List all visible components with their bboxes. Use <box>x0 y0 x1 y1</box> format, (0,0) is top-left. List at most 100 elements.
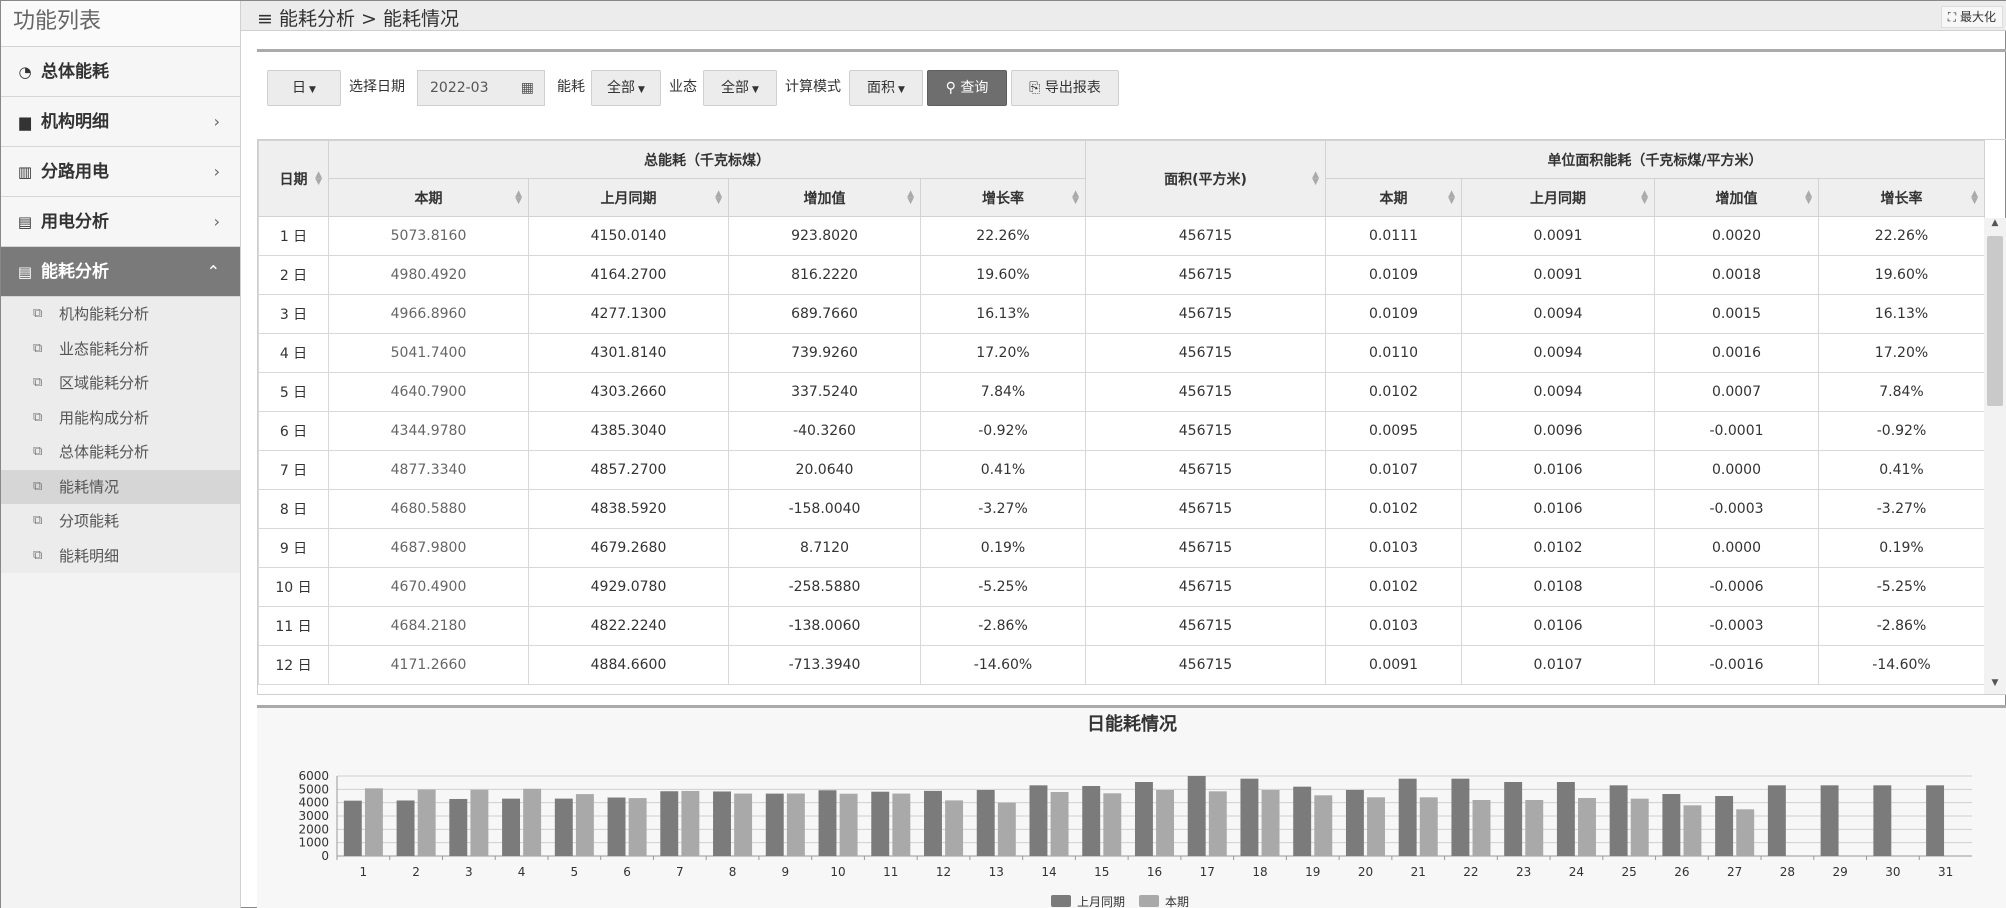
energy-table-container: 日期 ▲ ▼ 总能耗（千克标煤） 面积(平方米) ▲ ▼ 单位面积能耗（千克标煤/平… <box>257 139 2006 695</box>
table-cell: 456715 <box>1085 606 1326 646</box>
submenu-item-8[interactable]: ⧉ 能耗明细 <box>1 538 240 573</box>
table-cell: 4 日 <box>258 333 329 373</box>
table-cell: 12 日 <box>258 645 329 685</box>
x-tick-label: 3 <box>465 865 473 879</box>
submenu-item-label: 用能构成分析 <box>59 408 150 427</box>
sidebar-item-4[interactable]: ▤ 用电分析 › <box>1 197 240 247</box>
header-unit-energy: 单位面积能耗（千克标煤/平方米） <box>1325 140 1985 179</box>
table-cell: 4822.2240 <box>528 606 729 646</box>
table-row: 6 日 4344.9780 4385.3040 -40.3260 -0.92% 45671… <box>258 411 1985 451</box>
table-cell: 4980.4920 <box>328 255 529 295</box>
submenu-item-1[interactable]: ⧉ 机构能耗分析 <box>1 297 240 332</box>
submenu-item-2[interactable]: ⧉ 业态能耗分析 <box>1 331 240 366</box>
period-dropdown[interactable]: 日 ▼ <box>267 70 341 106</box>
header-unit-increase[interactable]: 增加值 ▲ ▼ <box>1654 178 1819 217</box>
scroll-down-icon[interactable]: ▼ <box>1984 678 2006 694</box>
sidebar-item-5[interactable]: ▤ 能耗分析 ⌃ <box>1 247 240 297</box>
x-tick-label: 24 <box>1569 865 1584 879</box>
sort-icon: ▲ ▼ <box>515 188 522 206</box>
date-input[interactable]: 2022-03 ▦ <box>417 70 545 106</box>
header-increase[interactable]: 增加值 ▲ ▼ <box>728 178 921 217</box>
scroll-up-icon[interactable]: ▲ <box>1984 218 2006 234</box>
copy-icon: ⧉ <box>33 547 43 563</box>
x-tick-label: 17 <box>1200 865 1215 879</box>
submenu-item-4[interactable]: ⧉ 用能构成分析 <box>1 400 240 435</box>
bar-last-month <box>1715 796 1734 856</box>
scrollbar-thumb[interactable] <box>1987 236 2003 406</box>
table-cell: 456715 <box>1085 645 1326 685</box>
table-row: 2 日 4980.4920 4164.2700 816.2220 19.60% 45671… <box>258 255 1985 295</box>
bar-current <box>1419 797 1438 856</box>
submenu-item-label: 能耗情况 <box>59 477 120 496</box>
sidebar-item-2[interactable]: ▆ 机构明细 › <box>1 97 240 147</box>
export-report-button[interactable]: ⎘ 导出报表 <box>1011 70 1119 106</box>
caret-down-icon: ▼ <box>309 85 316 95</box>
y-tick-label: 1000 <box>298 836 329 850</box>
table-cell: 0.19% <box>1818 528 1985 568</box>
header-last-month[interactable]: 上月同期 ▲ ▼ <box>528 178 729 217</box>
table-cell: 4277.1300 <box>528 294 729 334</box>
business-label: 业态 <box>669 79 697 95</box>
bar-last-month <box>924 790 942 856</box>
table-cell: -0.0003 <box>1654 606 1819 646</box>
bar-current <box>997 802 1016 856</box>
header-unit-energy-label: 单位面积能耗（千克标煤/平方米） <box>1547 152 1763 169</box>
header-date[interactable]: 日期 ▲ ▼ <box>258 140 329 217</box>
bar-current <box>1472 800 1491 856</box>
energy-dropdown[interactable]: 全部 ▼ <box>591 70 661 106</box>
bar-current <box>417 789 436 856</box>
table-cell: 0.0091 <box>1461 216 1655 256</box>
table-cell: 0.41% <box>920 450 1086 490</box>
sidebar-item-3[interactable]: ▥ 分路用电 › <box>1 147 240 197</box>
x-tick-label: 22 <box>1463 865 1478 879</box>
bar-last-month <box>449 798 468 856</box>
bar-last-month <box>1293 786 1312 856</box>
mode-dropdown[interactable]: 面积 ▼ <box>849 70 923 106</box>
submenu-item-3[interactable]: ⧉ 区域能耗分析 <box>1 366 240 401</box>
x-tick-label: 11 <box>883 865 898 879</box>
bar-last-month <box>1609 785 1628 856</box>
header-current[interactable]: 本期 ▲ ▼ <box>328 178 529 217</box>
header-unit-last-month[interactable]: 上月同期 ▲ ▼ <box>1461 178 1655 217</box>
bar-current <box>1314 795 1333 856</box>
x-tick-label: 9 <box>781 865 789 879</box>
breadcrumb: ≡ 能耗分析 > 能耗情况 <box>257 8 459 30</box>
x-tick-label: 8 <box>729 865 737 879</box>
submenu-item-7[interactable]: ⧉ 分项能耗 <box>1 504 240 539</box>
table-cell: 4344.9780 <box>328 411 529 451</box>
table-cell: 0.0094 <box>1461 294 1655 334</box>
submenu-item-5[interactable]: ⧉ 总体能耗分析 <box>1 435 240 470</box>
table-scrollbar[interactable]: ▲ ▼ <box>1984 218 2006 694</box>
bar-last-month <box>1240 778 1259 856</box>
header-area[interactable]: 面积(平方米) ▲ ▼ <box>1085 140 1326 217</box>
table-cell: 3 日 <box>258 294 329 334</box>
bar-current <box>1208 791 1227 856</box>
sort-icon: ▲ ▼ <box>1805 188 1812 206</box>
table-cell: 7.84% <box>1818 372 1985 412</box>
maximize-button[interactable]: ⛶ 最大化 <box>1940 6 2003 28</box>
header-growth[interactable]: 增长率 ▲ ▼ <box>920 178 1086 217</box>
header-unit-growth[interactable]: 增长率 ▲ ▼ <box>1818 178 1985 217</box>
sidebar-item-1[interactable]: ◔ 总体能耗 <box>1 47 240 97</box>
bar-current <box>1156 790 1175 856</box>
header-area-label: 面积(平方米) <box>1164 171 1247 188</box>
bar-current <box>1736 809 1755 856</box>
copy-icon: ⧉ <box>33 340 43 356</box>
bar-last-month <box>871 791 890 856</box>
business-dropdown[interactable]: 全部 ▼ <box>703 70 777 106</box>
table-cell: 4684.2180 <box>328 606 529 646</box>
table-cell: 337.5240 <box>728 372 921 412</box>
query-button[interactable]: ⚲ 查询 <box>927 70 1007 106</box>
x-tick-label: 20 <box>1358 865 1373 879</box>
header-unit-current[interactable]: 本期 ▲ ▼ <box>1325 178 1462 217</box>
period-value: 日 <box>292 80 307 96</box>
sort-icon: ▲ ▼ <box>1641 188 1648 206</box>
submenu-item-6[interactable]: ⧉ 能耗情况 <box>1 469 240 504</box>
sort-icon: ▲ ▼ <box>1312 169 1319 187</box>
bar-current <box>628 798 647 856</box>
chevron-icon: › <box>213 212 220 231</box>
x-tick-label: 29 <box>1833 865 1848 879</box>
y-tick-label: 0 <box>321 849 329 863</box>
header-growth-label: 增长率 <box>982 190 1024 207</box>
table-cell: -713.3940 <box>728 645 921 685</box>
